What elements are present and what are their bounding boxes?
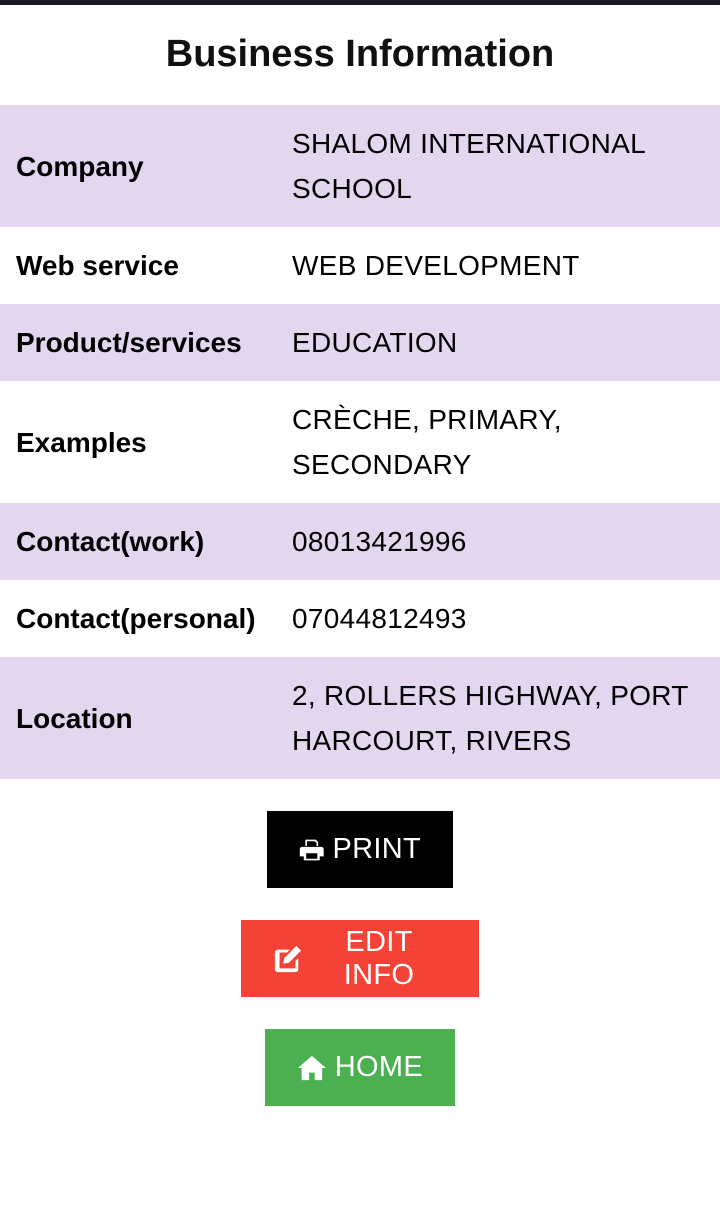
table-row: Company SHALOM INTERNATIONAL SCHOOL bbox=[0, 105, 720, 227]
home-button-label: HOME bbox=[334, 1051, 423, 1083]
print-button[interactable]: PRINT bbox=[267, 811, 453, 888]
row-label-contact-work: Contact(work) bbox=[16, 526, 205, 557]
home-button[interactable]: HOME bbox=[265, 1029, 455, 1106]
row-value-company: SHALOM INTERNATIONAL SCHOOL bbox=[292, 128, 645, 204]
row-label-web-service: Web service bbox=[16, 250, 179, 281]
table-row: Location 2, ROLLERS HIGHWAY, PORT HARCOU… bbox=[0, 657, 720, 779]
row-value-product-services: EDUCATION bbox=[292, 327, 458, 358]
table-row: Contact(work) 08013421996 bbox=[0, 503, 720, 580]
row-value-contact-work: 08013421996 bbox=[292, 526, 467, 557]
row-label-examples: Examples bbox=[16, 426, 147, 458]
table-row: Web service WEB DEVELOPMENT bbox=[0, 227, 720, 304]
action-buttons: PRINT EDIT INFO HOME bbox=[0, 779, 720, 1138]
row-value-location: 2, ROLLERS HIGHWAY, PORT HARCOURT, RIVER… bbox=[292, 680, 689, 756]
home-icon bbox=[297, 1055, 326, 1080]
row-value-examples: CRÈCHE, PRIMARY, SECONDARY bbox=[292, 404, 562, 480]
table-row: Product/services EDUCATION bbox=[0, 304, 720, 381]
row-label-contact-personal: Contact(personal) bbox=[16, 603, 256, 634]
row-label-product-services: Product/services bbox=[16, 327, 242, 358]
edit-info-button-label: EDIT INFO bbox=[343, 925, 415, 991]
row-label-company: Company bbox=[16, 150, 144, 182]
print-button-label: PRINT bbox=[332, 833, 421, 865]
row-label-location: Location bbox=[16, 702, 133, 734]
business-info-table: Company SHALOM INTERNATIONAL SCHOOL Web … bbox=[0, 105, 720, 779]
table-row: Examples CRÈCHE, PRIMARY, SECONDARY bbox=[0, 381, 720, 503]
edit-icon bbox=[274, 945, 302, 972]
row-value-web-service: WEB DEVELOPMENT bbox=[292, 250, 580, 281]
edit-info-button[interactable]: EDIT INFO bbox=[241, 920, 479, 997]
table-row: Contact(personal) 07044812493 bbox=[0, 580, 720, 657]
row-value-contact-personal: 07044812493 bbox=[292, 603, 467, 634]
print-icon bbox=[299, 839, 324, 860]
page-title: Business Information bbox=[165, 33, 555, 75]
